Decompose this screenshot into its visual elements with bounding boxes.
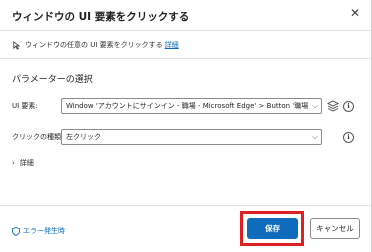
chevron-right-icon: › [12, 159, 15, 167]
click-ui-element-dialog: ウィンドウの UI 要素をクリックする ✕ ウィンドウの任意の UI 要素をクリ… [0, 0, 372, 252]
section-title: パラメーターの選択 [12, 75, 93, 85]
on-error-button[interactable]: エラー発生時 [12, 226, 65, 236]
cancel-button[interactable]: キャンセル [310, 218, 360, 239]
footer-divider [0, 205, 371, 206]
layers-icon[interactable] [327, 100, 339, 112]
description-details-link[interactable]: 詳細 [165, 40, 179, 50]
click-type-value: 左クリック [66, 133, 101, 141]
pointer-icon [13, 40, 21, 50]
save-button[interactable]: 保存 [247, 218, 298, 239]
shield-icon [12, 226, 20, 236]
header-divider [0, 30, 371, 31]
close-icon[interactable]: ✕ [350, 6, 360, 20]
ui-element-label: UI 要素: [12, 102, 38, 110]
ui-element-value: Window 'アカウントにサインイン - 職場 - Microsoft Edg… [66, 102, 309, 110]
click-type-label: クリックの種類: [12, 133, 64, 141]
description-divider [0, 58, 371, 59]
dialog-title: ウィンドウの UI 要素をクリックする [12, 11, 190, 23]
ui-element-select[interactable]: Window 'アカウントにサインイン - 職場 - Microsoft Edg… [61, 98, 322, 114]
dialog-description: ウィンドウの任意の UI 要素をクリックする 詳細 [12, 40, 179, 50]
ui-element-info-icon[interactable]: i [343, 101, 354, 112]
click-type-select[interactable]: 左クリック ⌵ [61, 129, 322, 145]
chevron-down-icon: ⌵ [312, 101, 318, 110]
details-label: 詳細 [19, 159, 34, 167]
details-expander[interactable]: › 詳細 [12, 158, 34, 168]
click-type-info-icon[interactable]: i [343, 132, 354, 143]
chevron-down-icon: ⌵ [312, 132, 318, 141]
on-error-label: エラー発生時 [23, 227, 65, 235]
description-text: ウィンドウの任意の UI 要素をクリックする [25, 41, 163, 49]
